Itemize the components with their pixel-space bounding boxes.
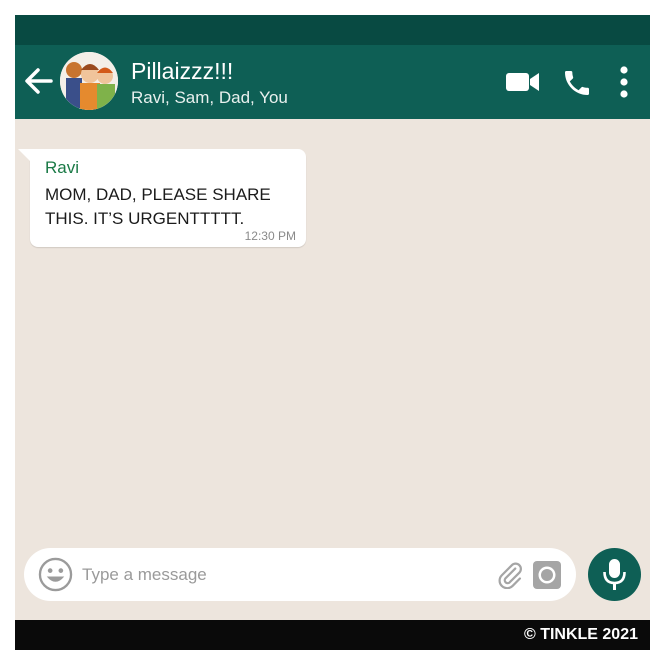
- camera-icon[interactable]: [533, 561, 561, 594]
- composer-bar: [24, 548, 576, 601]
- chat-header: Pillaizzz!!! Ravi, Sam, Dad, You: [15, 45, 650, 119]
- message-time: 12:30 PM: [244, 229, 296, 243]
- bubble-tail: [18, 149, 30, 161]
- microphone-icon: [602, 558, 627, 596]
- arrow-left-icon[interactable]: [23, 65, 55, 97]
- footer-bar: © TINKLE 2021: [15, 620, 650, 650]
- chat-members[interactable]: Ravi, Sam, Dad, You: [131, 88, 288, 108]
- emoji-icon[interactable]: [38, 557, 73, 597]
- chat-title[interactable]: Pillaizzz!!!: [131, 58, 233, 85]
- message-sender: Ravi: [45, 158, 80, 177]
- message-list[interactable]: Ravi MOM, DAD, PLEASE SHARE THIS. IT’S U…: [15, 119, 650, 539]
- message-input[interactable]: [80, 559, 484, 591]
- paperclip-icon[interactable]: [496, 561, 524, 594]
- group-avatar[interactable]: [60, 52, 118, 110]
- more-vertical-icon[interactable]: [619, 66, 629, 103]
- microphone-button[interactable]: [588, 548, 641, 601]
- message-text: MOM, DAD, PLEASE SHARE THIS. IT’S URGENT…: [45, 185, 271, 228]
- status-bar: [15, 15, 650, 45]
- copyright-text: © TINKLE 2021: [523, 626, 638, 643]
- message-bubble[interactable]: Ravi MOM, DAD, PLEASE SHARE THIS. IT’S U…: [18, 149, 306, 247]
- phone-icon[interactable]: [561, 67, 593, 104]
- video-camera-icon[interactable]: [505, 67, 541, 102]
- chat-window: Pillaizzz!!! Ravi, Sam, Dad, You Ravi MO…: [15, 15, 650, 650]
